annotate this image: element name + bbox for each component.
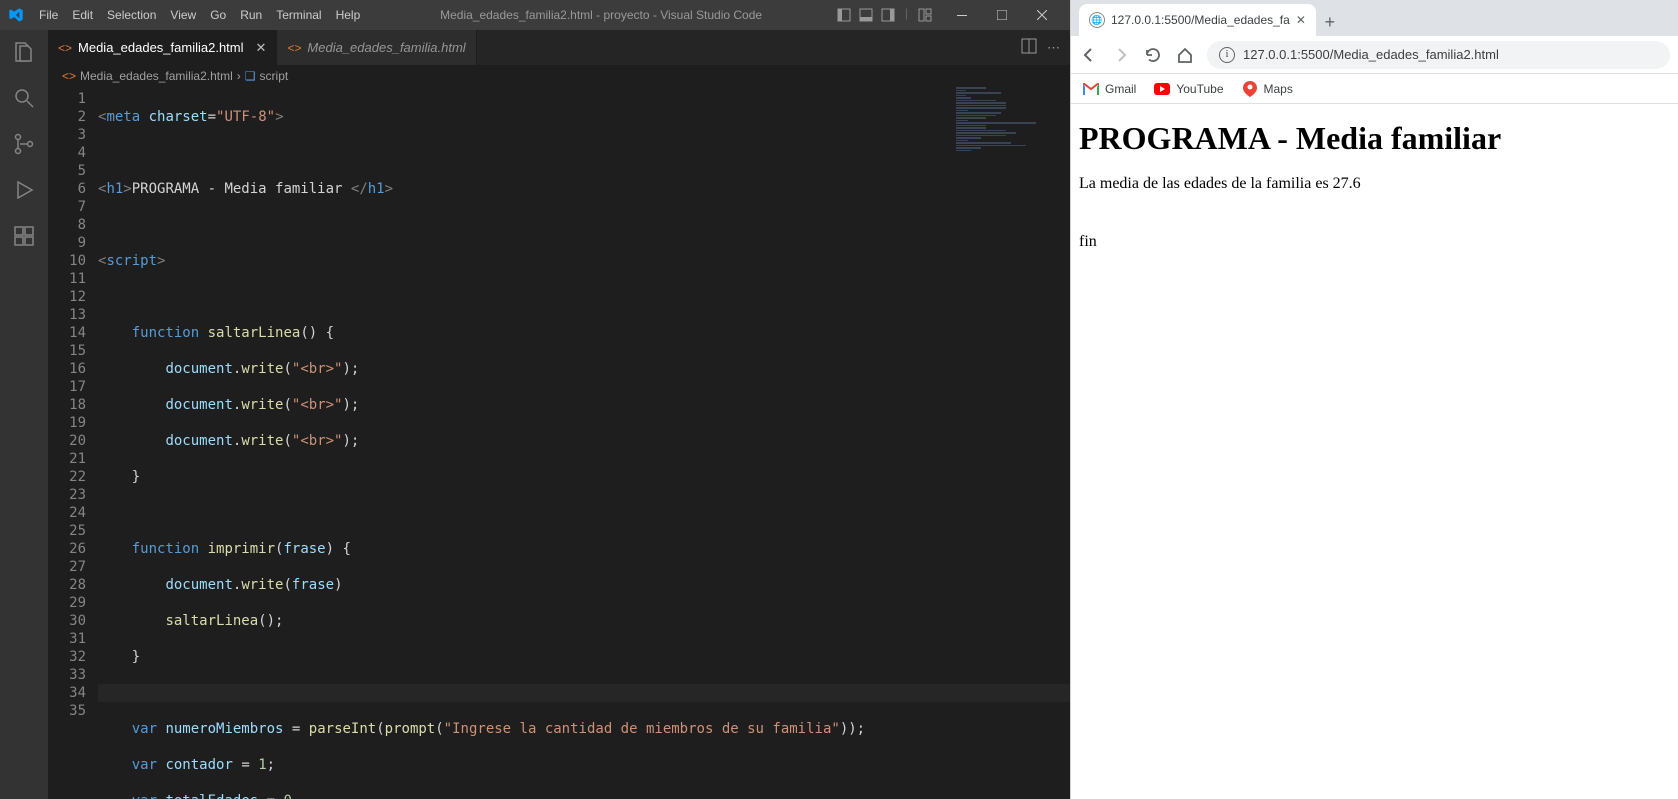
menu-terminal[interactable]: Terminal — [269, 8, 328, 22]
menu-run[interactable]: Run — [233, 8, 269, 22]
vscode-window: File Edit Selection View Go Run Terminal… — [0, 0, 1070, 799]
minimap[interactable] — [956, 87, 1056, 157]
home-button[interactable] — [1175, 45, 1195, 65]
forward-button[interactable] — [1111, 45, 1131, 65]
bookmarks-bar: Gmail YouTube Maps — [1071, 74, 1678, 104]
window-controls — [942, 0, 1062, 30]
breadcrumb[interactable]: <> Media_edades_familia2.html › ❑ script — [48, 65, 1070, 87]
menu-file[interactable]: File — [32, 8, 65, 22]
browser-tab-strip: 🌐 127.0.0.1:5500/Media_edades_fa ✕ + — [1071, 0, 1678, 36]
editor-area: <> Media_edades_familia2.html ✕ <> Media… — [48, 30, 1070, 799]
menu-go[interactable]: Go — [203, 8, 233, 22]
breadcrumb-symbol: script — [260, 69, 289, 83]
html-file-icon: <> — [62, 69, 76, 83]
source-control-icon[interactable] — [10, 130, 38, 158]
maximize-button[interactable] — [982, 0, 1022, 30]
window-title: Media_edades_familia2.html - proyecto - … — [367, 8, 835, 22]
gmail-icon — [1083, 81, 1099, 97]
tab-label: Media_edades_familia.html — [307, 40, 465, 55]
explorer-icon[interactable] — [10, 38, 38, 66]
browser-tab-title: 127.0.0.1:5500/Media_edades_fa — [1111, 13, 1290, 27]
browser-tab[interactable]: 🌐 127.0.0.1:5500/Media_edades_fa ✕ — [1079, 4, 1316, 36]
maps-icon — [1242, 81, 1258, 97]
panel-left-icon[interactable] — [835, 6, 853, 24]
customize-layout-icon[interactable] — [916, 6, 934, 24]
symbol-icon: ❑ — [245, 69, 256, 83]
extensions-icon[interactable] — [10, 222, 38, 250]
tab-active[interactable]: <> Media_edades_familia2.html ✕ — [48, 30, 277, 65]
breadcrumb-file: Media_edades_familia2.html — [80, 69, 233, 83]
browser-window: 🌐 127.0.0.1:5500/Media_edades_fa ✕ + i 1… — [1070, 0, 1678, 799]
split-editor-icon[interactable] — [1021, 38, 1037, 57]
code-editor[interactable]: 1234567891011121314151617181920212223242… — [48, 87, 1070, 799]
tab-label: Media_edades_familia2.html — [78, 40, 243, 55]
close-icon[interactable]: ✕ — [256, 40, 267, 56]
new-tab-button[interactable]: + — [1316, 8, 1344, 36]
panel-right-icon[interactable] — [879, 6, 897, 24]
vscode-logo-icon — [8, 7, 24, 23]
menu-view[interactable]: View — [163, 8, 203, 22]
run-debug-icon[interactable] — [10, 176, 38, 204]
layout-icons: | — [835, 6, 934, 24]
line-gutter: 1234567891011121314151617181920212223242… — [48, 87, 98, 799]
close-icon[interactable]: ✕ — [1296, 13, 1306, 27]
search-icon[interactable] — [10, 84, 38, 112]
bookmark-maps[interactable]: Maps — [1242, 81, 1293, 97]
page-content: PROGRAMA - Media familiar La media de la… — [1071, 104, 1678, 799]
youtube-icon — [1154, 81, 1170, 97]
page-fin: fin — [1079, 233, 1670, 251]
page-heading: PROGRAMA - Media familiar — [1079, 120, 1670, 157]
site-info-icon[interactable]: i — [1219, 47, 1235, 63]
bookmark-gmail[interactable]: Gmail — [1083, 81, 1136, 97]
reload-button[interactable] — [1143, 45, 1163, 65]
menu-selection[interactable]: Selection — [100, 8, 163, 22]
address-bar[interactable]: i 127.0.0.1:5500/Media_edades_familia2.h… — [1207, 41, 1670, 69]
browser-toolbar: i 127.0.0.1:5500/Media_edades_familia2.h… — [1071, 36, 1678, 74]
menu-edit[interactable]: Edit — [65, 8, 100, 22]
tab-inactive[interactable]: <> Media_edades_familia.html — [277, 30, 476, 65]
page-result: La media de las edades de la familia es … — [1079, 175, 1670, 193]
close-button[interactable] — [1022, 0, 1062, 30]
minimize-button[interactable] — [942, 0, 982, 30]
url-text: 127.0.0.1:5500/Media_edades_familia2.htm… — [1243, 47, 1499, 62]
globe-icon: 🌐 — [1089, 12, 1105, 28]
code-content[interactable]: <meta charset="UTF-8"> <h1>PROGRAMA - Me… — [98, 87, 1070, 799]
menu-help[interactable]: Help — [329, 8, 368, 22]
panel-bottom-icon[interactable] — [857, 6, 875, 24]
html-file-icon: <> — [287, 41, 301, 55]
editor-tabs: <> Media_edades_familia2.html ✕ <> Media… — [48, 30, 1070, 65]
back-button[interactable] — [1079, 45, 1099, 65]
bookmark-youtube[interactable]: YouTube — [1154, 81, 1223, 97]
title-bar: File Edit Selection View Go Run Terminal… — [0, 0, 1070, 30]
activity-bar — [0, 30, 48, 799]
more-actions-icon[interactable]: ⋯ — [1047, 40, 1060, 56]
html-file-icon: <> — [58, 41, 72, 55]
